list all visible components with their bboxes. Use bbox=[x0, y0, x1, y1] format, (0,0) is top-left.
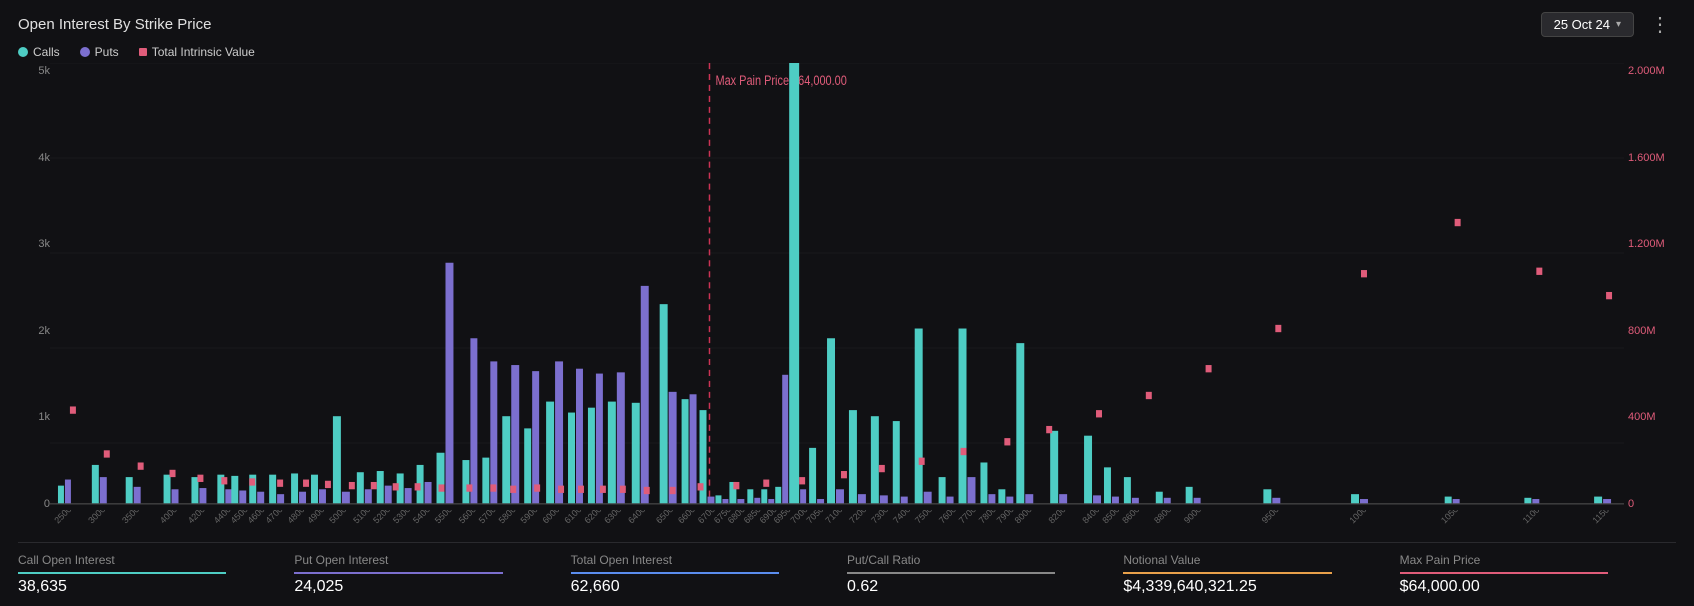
header: Open Interest By Strike Price 25 Oct 24 … bbox=[18, 10, 1676, 39]
svg-text:40000: 40000 bbox=[158, 510, 183, 525]
chart-area: 5k 4k 3k 2k 1k 0 Max Pain Price $64,000.… bbox=[18, 63, 1676, 538]
stat-put-call-ratio: Put/Call Ratio 0.62 bbox=[847, 553, 1123, 596]
svg-text:55000: 55000 bbox=[433, 510, 458, 525]
notional-value: $4,339,640,321.25 bbox=[1123, 578, 1383, 596]
svg-text:71000: 71000 bbox=[823, 510, 848, 525]
total-oi-underline bbox=[571, 572, 779, 574]
total-oi-value: 62,660 bbox=[571, 578, 831, 596]
svg-text:35000: 35000 bbox=[120, 510, 145, 525]
chart-svg: Max Pain Price $64,000.00 bbox=[50, 63, 1624, 538]
put-oi-label: Put Open Interest bbox=[294, 553, 554, 567]
call-oi-value: 38,635 bbox=[18, 578, 278, 596]
chart-canvas: Max Pain Price $64,000.00 bbox=[50, 63, 1624, 538]
stat-put-open-interest: Put Open Interest 24,025 bbox=[294, 553, 570, 596]
svg-text:25000: 25000 bbox=[52, 510, 77, 525]
max-pain-value: $64,000.00 bbox=[1400, 578, 1660, 596]
svg-text:82000: 82000 bbox=[1047, 510, 1072, 525]
main-container: Open Interest By Strike Price 25 Oct 24 … bbox=[0, 0, 1694, 606]
chevron-down-icon: ▾ bbox=[1616, 19, 1621, 30]
svg-text:49000: 49000 bbox=[305, 510, 330, 525]
y-axis-left: 5k 4k 3k 2k 1k 0 bbox=[18, 63, 50, 538]
x-axis: 25000 30000 35000 40000 42000 44000 4500… bbox=[50, 510, 1624, 538]
svg-text:Max Pain Price $64,000.00: Max Pain Price $64,000.00 bbox=[715, 73, 847, 88]
svg-text:95000: 95000 bbox=[1260, 510, 1285, 525]
intrinsic-dot-icon bbox=[139, 48, 147, 56]
svg-text:54000: 54000 bbox=[411, 510, 436, 525]
puts-dot-icon bbox=[80, 47, 90, 57]
svg-text:64000: 64000 bbox=[626, 510, 651, 525]
svg-text:105000: 105000 bbox=[1439, 510, 1467, 525]
date-label: 25 Oct 24 bbox=[1554, 17, 1610, 32]
pcr-label: Put/Call Ratio bbox=[847, 553, 1107, 567]
page-title: Open Interest By Strike Price bbox=[18, 16, 211, 33]
legend-puts: Puts bbox=[80, 45, 119, 59]
svg-text:74000: 74000 bbox=[891, 510, 916, 525]
svg-text:60000: 60000 bbox=[540, 510, 565, 525]
more-options-button[interactable]: ⋮ bbox=[1644, 10, 1676, 39]
svg-text:88000: 88000 bbox=[1152, 510, 1177, 525]
svg-text:42000: 42000 bbox=[186, 510, 211, 525]
svg-text:50000: 50000 bbox=[327, 510, 352, 525]
svg-text:65000: 65000 bbox=[654, 510, 679, 525]
stat-call-open-interest: Call Open Interest 38,635 bbox=[18, 553, 294, 596]
svg-text:30000: 30000 bbox=[86, 510, 111, 525]
stat-total-open-interest: Total Open Interest 62,660 bbox=[571, 553, 847, 596]
header-controls: 25 Oct 24 ▾ ⋮ bbox=[1541, 10, 1676, 39]
svg-text:47000: 47000 bbox=[264, 510, 289, 525]
svg-text:75000: 75000 bbox=[913, 510, 938, 525]
max-pain-underline bbox=[1400, 572, 1608, 574]
notional-underline bbox=[1123, 572, 1331, 574]
call-oi-underline bbox=[18, 572, 226, 574]
stats-bar: Call Open Interest 38,635 Put Open Inter… bbox=[18, 542, 1676, 596]
call-oi-label: Call Open Interest bbox=[18, 553, 278, 567]
chart-legend: Calls Puts Total Intrinsic Value bbox=[18, 45, 1676, 59]
svg-text:58000: 58000 bbox=[497, 510, 522, 525]
put-oi-underline bbox=[294, 572, 502, 574]
svg-text:86000: 86000 bbox=[1120, 510, 1145, 525]
intrinsic-label: Total Intrinsic Value bbox=[152, 45, 255, 59]
legend-calls: Calls bbox=[18, 45, 60, 59]
svg-text:115000: 115000 bbox=[1590, 510, 1618, 525]
svg-text:90000: 90000 bbox=[1182, 510, 1207, 525]
stat-notional-value: Notional Value $4,339,640,321.25 bbox=[1123, 553, 1399, 596]
calls-dot-icon bbox=[18, 47, 28, 57]
pcr-underline bbox=[847, 572, 1055, 574]
date-selector-button[interactable]: 25 Oct 24 ▾ bbox=[1541, 12, 1634, 37]
notional-label: Notional Value bbox=[1123, 553, 1383, 567]
svg-text:59000: 59000 bbox=[519, 510, 544, 525]
svg-text:100000: 100000 bbox=[1347, 510, 1375, 525]
put-oi-value: 24,025 bbox=[294, 578, 554, 596]
puts-label: Puts bbox=[95, 45, 119, 59]
legend-intrinsic: Total Intrinsic Value bbox=[139, 45, 255, 59]
calls-label: Calls bbox=[33, 45, 60, 59]
total-oi-label: Total Open Interest bbox=[571, 553, 831, 567]
svg-text:80000: 80000 bbox=[1013, 510, 1038, 525]
svg-text:72000: 72000 bbox=[847, 510, 872, 525]
x-axis-svg: 25000 30000 35000 40000 42000 44000 4500… bbox=[50, 510, 1624, 538]
svg-text:63000: 63000 bbox=[602, 510, 627, 525]
svg-text:73000: 73000 bbox=[869, 510, 894, 525]
stat-max-pain-price: Max Pain Price $64,000.00 bbox=[1400, 553, 1676, 596]
svg-text:110000: 110000 bbox=[1521, 510, 1549, 525]
max-pain-label: Max Pain Price bbox=[1400, 553, 1660, 567]
pcr-value: 0.62 bbox=[847, 578, 1107, 596]
y-axis-right: 2.000M 1.600M 1.200M 800M 400M 0 bbox=[1624, 63, 1676, 538]
